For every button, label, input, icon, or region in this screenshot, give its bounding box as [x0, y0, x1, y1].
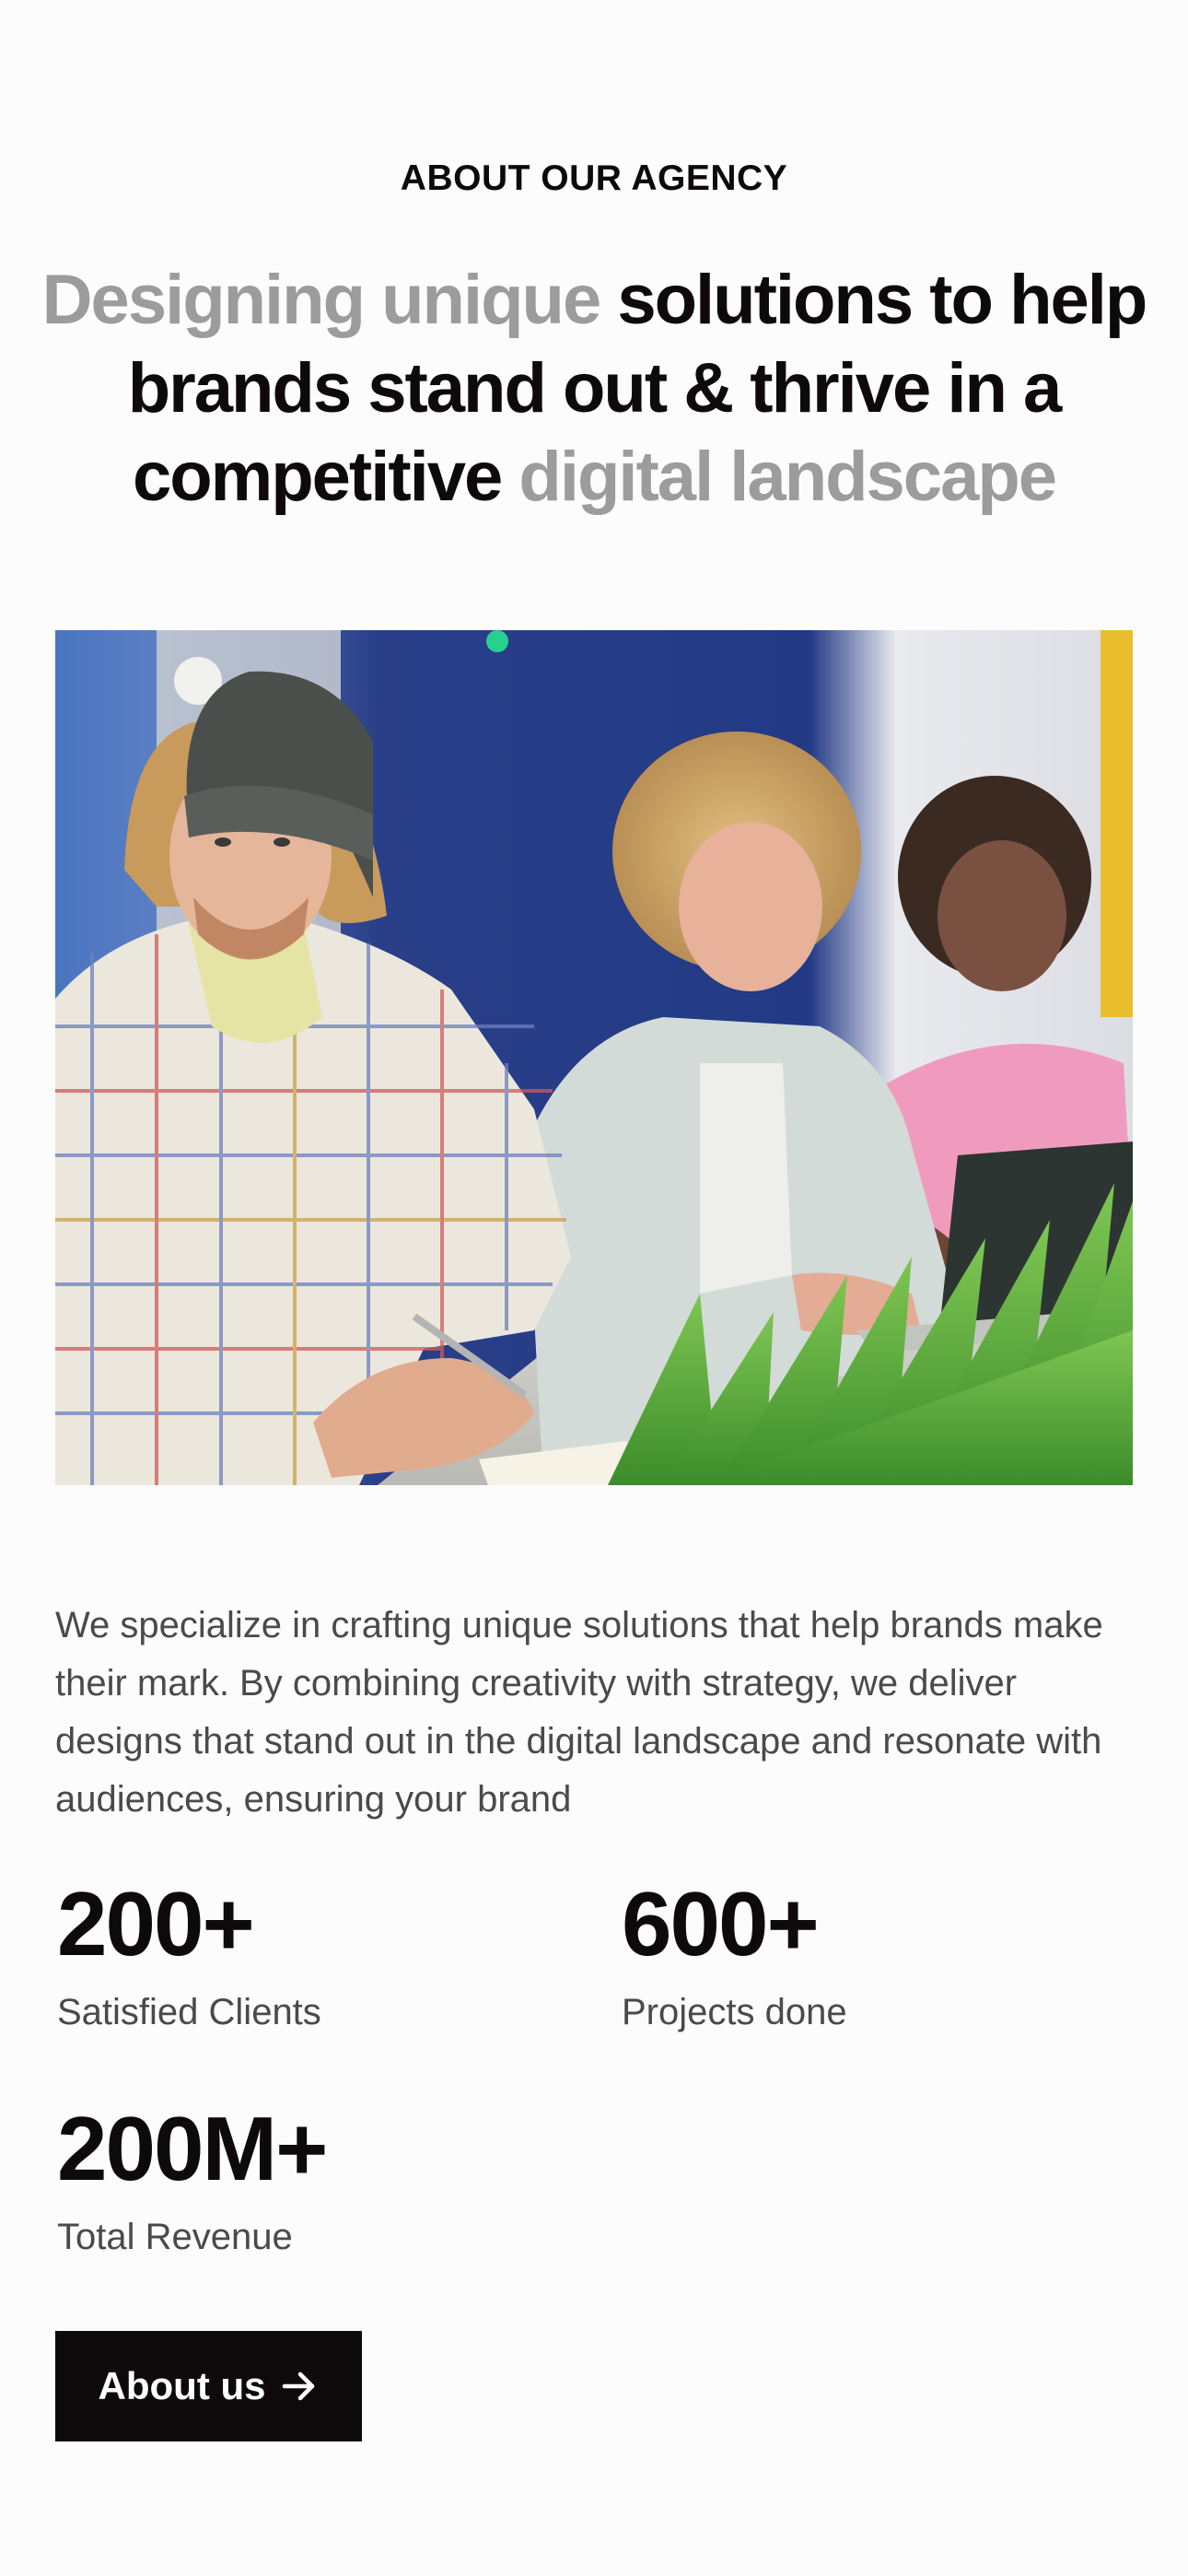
stat-value: 200M+ — [57, 2098, 328, 2199]
stat-total-revenue: 200M+ Total Revenue — [57, 2098, 328, 2260]
team-photo — [55, 630, 1133, 1485]
stat-label: Projects done — [622, 1992, 847, 2032]
section-description: We specialize in crafting unique solutio… — [55, 1605, 1103, 1820]
arrow-right-icon — [280, 2367, 319, 2406]
stat-projects-done: 600+ Projects done — [622, 1873, 847, 2035]
section-headline: Designing unique solutions to help brand… — [37, 256, 1151, 521]
headline-muted-end: digital landscape — [518, 438, 1057, 516]
section-eyebrow: ABOUT OUR AGENCY — [400, 158, 788, 198]
headline-muted-start: Designing unique — [41, 261, 602, 339]
stat-value: 600+ — [622, 1873, 820, 1974]
about-us-label: About us — [98, 2364, 266, 2407]
stat-label: Satisfied Clients — [57, 1992, 321, 2032]
stat-satisfied-clients: 200+ Satisfied Clients — [57, 1873, 321, 2035]
stat-value: 200+ — [57, 1873, 255, 1974]
stat-label: Total Revenue — [57, 2217, 293, 2257]
about-us-button[interactable]: About us — [55, 2331, 362, 2441]
